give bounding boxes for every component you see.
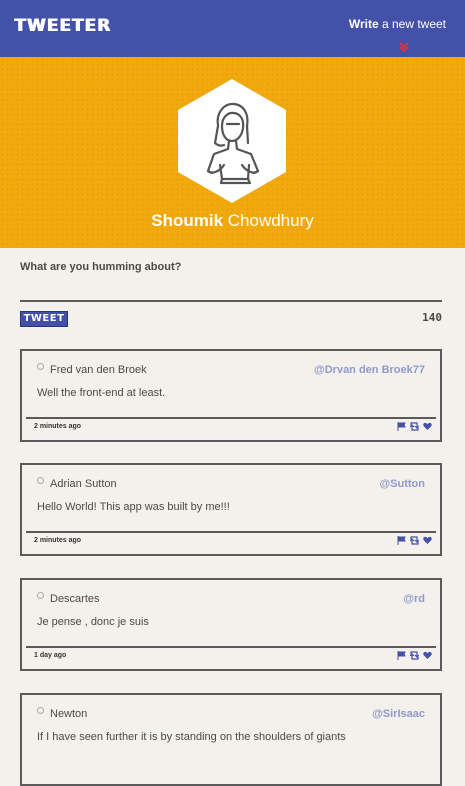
- compose-input-underline[interactable]: [20, 300, 442, 302]
- tweet-text: Je pense , donc je suis: [37, 616, 149, 628]
- tweet-avatar-icon: [37, 707, 44, 714]
- compose-link[interactable]: Write a new tweet: [349, 17, 446, 31]
- tweet-actions: [397, 422, 432, 432]
- profile-last-name: Chowdhury: [227, 211, 314, 230]
- tweet-time: 2 minutes ago: [34, 537, 82, 544]
- heart-icon[interactable]: [423, 651, 432, 660]
- tweet-footer: 1 day ago: [26, 646, 436, 665]
- user-avatar-icon: [178, 79, 286, 203]
- tweet-avatar-icon: [37, 363, 44, 370]
- flag-icon[interactable]: [397, 651, 406, 660]
- heart-icon[interactable]: [423, 422, 432, 431]
- tweet-footer: 2 minutes ago: [26, 417, 436, 436]
- retweet-icon[interactable]: [410, 651, 419, 660]
- heart-icon[interactable]: [423, 536, 432, 545]
- compose-bold: Write: [348, 17, 379, 31]
- tweet-actions: [397, 651, 432, 661]
- tweet-card: Fred van den Broek @Drvan den Broek77 We…: [20, 349, 442, 442]
- tweet-time: 2 minutes ago: [34, 423, 82, 430]
- tweet-avatar-icon: [37, 592, 44, 599]
- profile-name: Shoumik Chowdhury: [0, 211, 465, 231]
- app-logo[interactable]: TWEETER: [14, 16, 111, 36]
- tweet-handle[interactable]: @rd: [403, 593, 425, 605]
- tweet-card: Descartes @rd Je pense , donc je suis 1 …: [20, 578, 442, 671]
- tweet-card: Newton @SirIsaac If I have seen further …: [20, 693, 442, 786]
- tweet-handle[interactable]: @Drvan den Broek77: [314, 364, 425, 376]
- tweet-handle[interactable]: @Sutton: [379, 478, 425, 490]
- tweet-footer: 2 minutes ago: [26, 531, 436, 550]
- profile-first-name: Shoumik: [151, 211, 224, 230]
- compose-prompt[interactable]: What are you humming about?: [20, 261, 181, 273]
- flag-icon[interactable]: [397, 536, 406, 545]
- tweet-author: Fred van den Broek: [50, 364, 147, 376]
- tweet-actions: [397, 536, 432, 546]
- tweet-avatar-icon: [37, 477, 44, 484]
- double-chevron-down-icon[interactable]: [398, 41, 410, 53]
- retweet-icon[interactable]: [410, 536, 419, 545]
- profile-banner: Shoumik Chowdhury: [0, 57, 465, 248]
- tweet-text: If I have seen further it is by standing…: [37, 731, 346, 743]
- retweet-icon[interactable]: [410, 422, 419, 431]
- char-counter: 140: [422, 311, 442, 324]
- tweet-text: Hello World! This app was built by me!!!: [37, 501, 230, 513]
- tweet-card: Adrian Sutton @Sutton Hello World! This …: [20, 463, 442, 556]
- flag-icon[interactable]: [397, 422, 406, 431]
- tweet-author: Newton: [50, 708, 88, 720]
- tweet-author: Descartes: [50, 593, 100, 605]
- top-nav: TWEETER Write a new tweet: [0, 0, 465, 57]
- tweet-time: 1 day ago: [34, 652, 67, 659]
- tweet-text: Well the front-end at least.: [37, 387, 166, 399]
- compose-rest: a new tweet: [378, 17, 446, 31]
- tweet-author: Adrian Sutton: [50, 478, 117, 490]
- tweet-handle[interactable]: @SirIsaac: [372, 708, 425, 720]
- tweet-button[interactable]: TWEET: [20, 311, 68, 327]
